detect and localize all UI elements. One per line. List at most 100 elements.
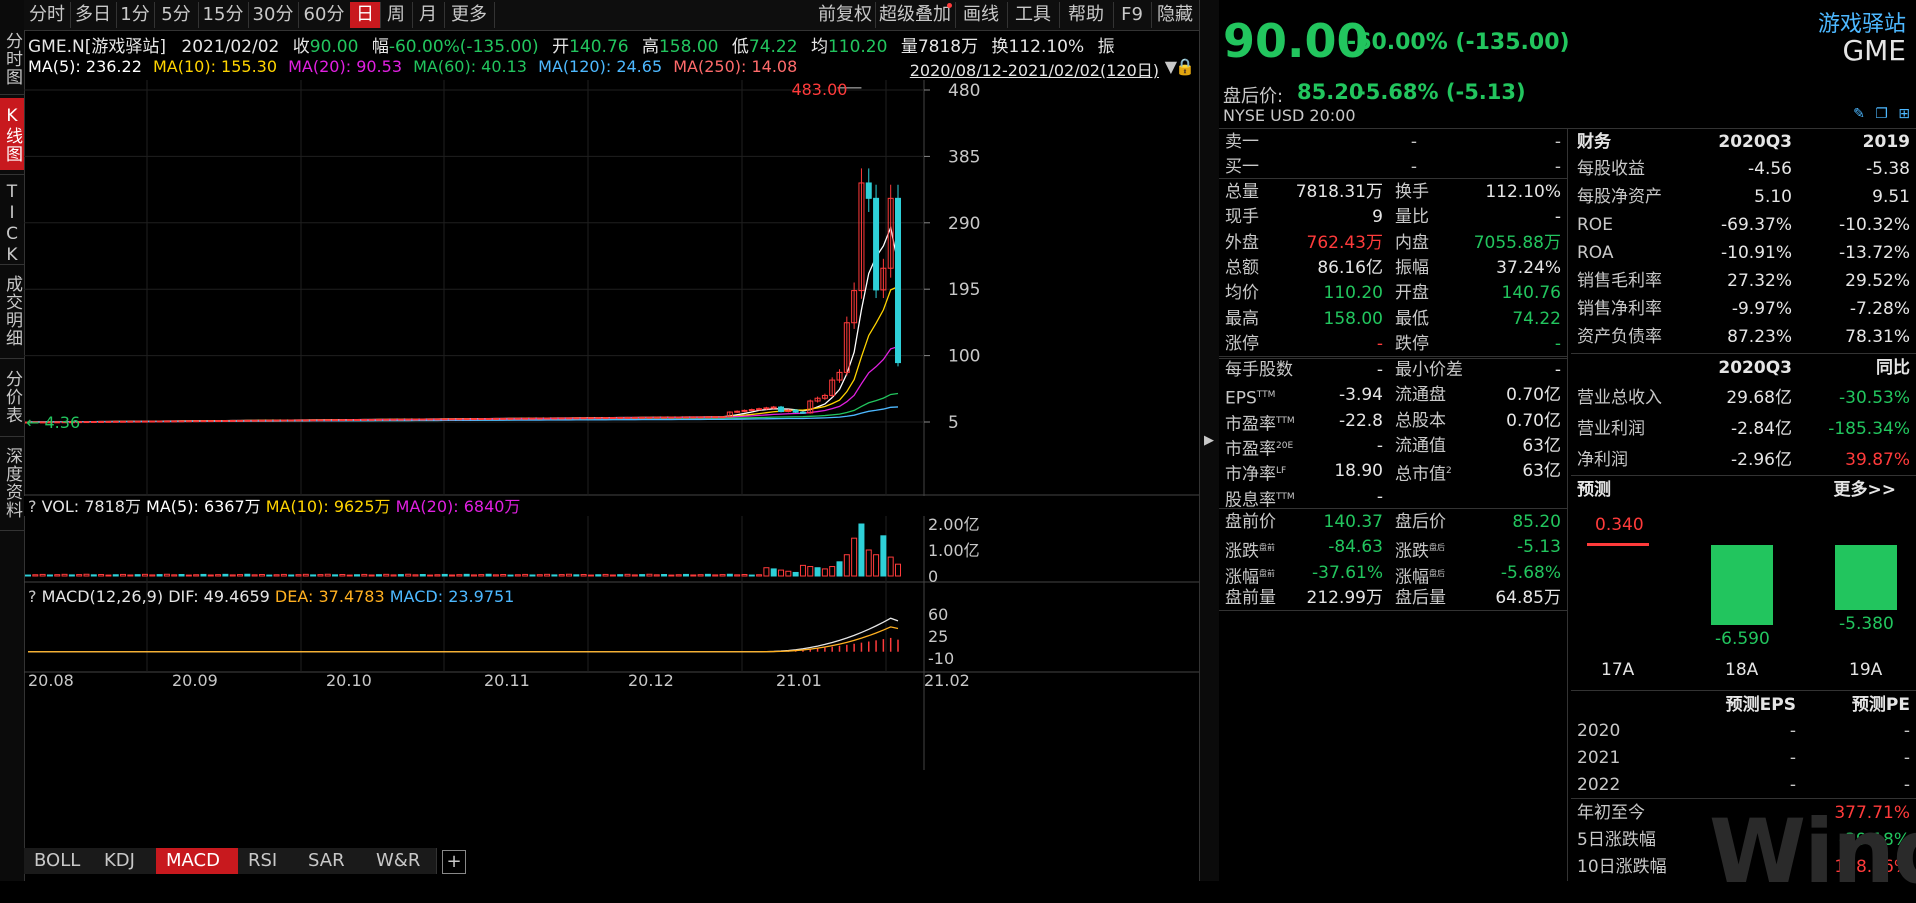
valuation-sup: 20E (1276, 440, 1294, 451)
finance-label: 资产负债率 (1577, 327, 1662, 347)
macd-tick-label: 60 (928, 605, 948, 624)
range-label: 幅 (371, 37, 389, 57)
period-1[interactable]: 多日 (70, 2, 117, 28)
performance-label: 10日涨跌幅 (1577, 857, 1667, 877)
period-toolbar: 分时 多日 1分 5分 15分 30分 60分日周月更多 隐藏 F9 帮助 工具 画线 超级叠加 前复权 (24, 0, 1200, 31)
toolbar-btn-6[interactable]: 隐藏 (1151, 2, 1200, 28)
indicator-tab-4[interactable]: SAR (298, 848, 367, 874)
stat-label: 最低 (1395, 308, 1429, 329)
side-tab-1[interactable]: K线图 (0, 98, 24, 170)
volume-bar (836, 561, 843, 577)
period-4[interactable]: 15分 (198, 2, 249, 28)
volume-bar (653, 574, 660, 577)
ma-line: MA(5): 236.22 MA(10): 155.30 MA(20): 90.… (24, 55, 1199, 81)
indicator-tab-3[interactable]: RSI (238, 848, 299, 874)
side-tab-5[interactable]: 深度资料 (0, 440, 24, 526)
prepost-label: 盘后量 (1395, 586, 1446, 611)
candle-body (558, 417, 565, 420)
candle-body (653, 416, 660, 419)
expand-panel-icon[interactable]: ▶ (1203, 430, 1215, 452)
side-tab-2[interactable]: TICK (0, 182, 24, 266)
period-10[interactable]: 更多 (444, 2, 495, 28)
date-range[interactable]: 2020/08/12-2021/02/02(120日) (910, 57, 1159, 81)
candle-body (185, 420, 192, 423)
toolbar-btn-2[interactable]: 画线 (955, 2, 1008, 28)
side-tab-4[interactable]: 分价表 (0, 362, 24, 432)
eps-row: 2022 - - (1571, 773, 1916, 798)
indicator-tab-2[interactable]: MACD (156, 848, 239, 874)
indicator-tab-1[interactable]: KDJ (94, 848, 157, 874)
prepost-label: 盘后价 (1395, 510, 1446, 535)
performance-label: 5日涨跌幅 (1577, 830, 1656, 850)
toolbar-btn-4[interactable]: 帮助 (1059, 2, 1114, 28)
quote-panel-content: 卖一 - - 买一 - - 总量 7818.31万 换手 112.10% 现手 9 量比 - 外盘 762.4… (1219, 0, 1916, 881)
prepost-value: 140.37 (1323, 512, 1383, 532)
side-tab-sep (0, 436, 24, 437)
period-2[interactable]: 1分 (116, 2, 155, 28)
volume-bar (207, 574, 214, 577)
side-tab-3[interactable]: 成交明细 (0, 268, 24, 354)
amp-label: 振 (1097, 37, 1115, 57)
period-6[interactable]: 60分 (298, 2, 351, 28)
lock-icon[interactable]: 🔒 (1175, 57, 1195, 76)
toolbar-btn-1[interactable]: 超级叠加 (875, 2, 956, 28)
candle-body (734, 410, 741, 413)
stat-value: 140.76 (1501, 283, 1561, 304)
period-8[interactable]: 周 (380, 2, 413, 28)
forecast-more-link[interactable]: 更多>> (1834, 478, 1897, 503)
orderbook-label: 买一 (1225, 157, 1259, 177)
candle-body (222, 419, 229, 422)
volume-bar (54, 574, 61, 577)
candle-body (361, 418, 368, 421)
finance-value-2: 9.51 (1872, 187, 1910, 207)
volume-bar (405, 573, 412, 577)
dif-line (28, 617, 899, 653)
period-9[interactable]: 月 (412, 2, 445, 28)
valuation-value: - (1376, 486, 1383, 507)
growth-label: 营业总收入 (1577, 388, 1662, 408)
volume-bar (295, 574, 302, 577)
vol-label: 量 (900, 37, 918, 57)
volume-bar (821, 568, 828, 577)
side-tab-0[interactable]: 分时图 (0, 28, 24, 90)
period-7[interactable]: 日 (350, 2, 381, 28)
toolbar-btn-3[interactable]: 工具 (1007, 2, 1060, 28)
high-label: 高 (641, 37, 659, 57)
period-3[interactable]: 5分 (154, 2, 199, 28)
volume-bar (873, 554, 880, 577)
forecast-bar (1587, 543, 1649, 546)
candle-body (295, 419, 302, 422)
toolbar-btn-5[interactable]: F9 (1113, 2, 1152, 28)
valuation-label-text: 流通值 (1395, 435, 1446, 456)
period-5[interactable]: 30分 (248, 2, 299, 28)
volume-bar (120, 573, 127, 577)
toolbar-btn-0[interactable]: 前复权 (815, 2, 876, 28)
finance-row: 资产负债率 87.23% 78.31% (1571, 325, 1916, 350)
valuation-row: 市盈率20E - 流通值 63亿 (1219, 434, 1567, 460)
volume-bar (829, 566, 836, 577)
volume-bar (763, 567, 770, 577)
prepost-label-text: 涨幅 (1395, 567, 1429, 588)
finance-label: 销售净利率 (1577, 299, 1662, 319)
period-0[interactable]: 分时 (24, 2, 71, 28)
ma20-label: MA(20): 90.53 (288, 57, 402, 76)
volume-bar (46, 574, 53, 577)
add-indicator-icon[interactable]: + (442, 850, 466, 874)
volume-bar (383, 573, 390, 577)
indicator-tab-0[interactable]: BOLL (24, 848, 95, 874)
kline-chart[interactable]: 4803852901951005483.00← 4.36? VOL: 7818万… (24, 80, 1199, 846)
forecast-year: 19A (1849, 660, 1883, 680)
stat-value: 7055.88万 (1473, 232, 1561, 253)
separator (1219, 178, 1567, 179)
stat-row: 最高 158.00 最低 74.22 (1219, 307, 1567, 332)
candle-body (105, 420, 112, 423)
side-tab-sep (0, 94, 24, 95)
stat-value: 37.24% (1496, 257, 1561, 278)
symbol-label: GME.N[游戏驿站] (28, 37, 166, 57)
ma20-line (27, 345, 899, 423)
volume-bar (456, 574, 463, 577)
candle-body (90, 420, 97, 423)
valuation-label: 流通值 (1395, 434, 1446, 459)
valuation-sup: 2 (1446, 466, 1452, 477)
indicator-tab-5[interactable]: W&R (366, 848, 437, 874)
